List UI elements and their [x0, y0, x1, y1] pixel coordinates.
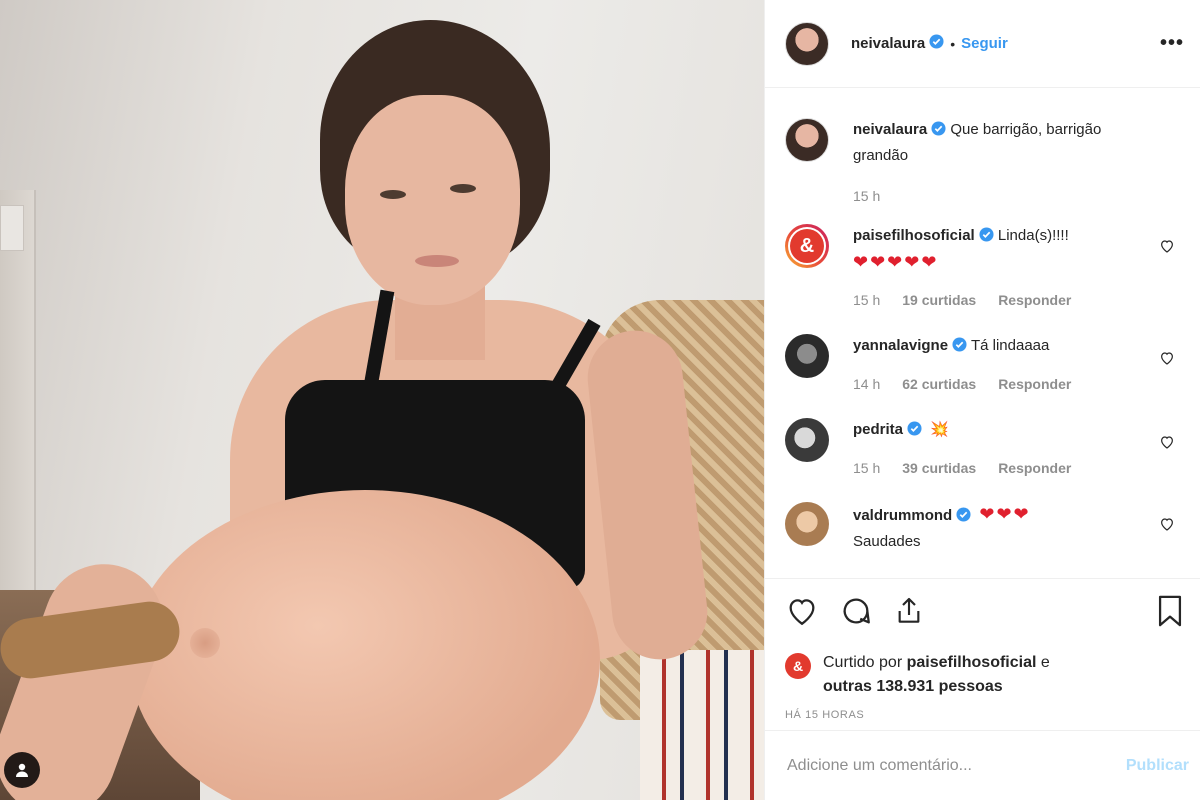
comment-input[interactable] — [787, 756, 1126, 775]
comment-text: Tá lindaaaa — [970, 337, 1050, 354]
liker-username[interactable]: paisefilhosoficial — [907, 654, 1037, 671]
photo-lips — [415, 255, 459, 267]
reply-button[interactable]: Responder — [998, 288, 1071, 312]
heart-icon[interactable] — [1159, 516, 1175, 537]
photo-eye — [380, 190, 406, 199]
heart-icon[interactable] — [785, 594, 819, 633]
likes-others[interactable]: outras 138.931 pessoas — [823, 678, 1003, 695]
comment-emoji: 💥 — [930, 421, 949, 438]
comment-row: valdrummond ❤❤❤ Saudades — [785, 502, 1185, 554]
reply-button[interactable]: Responder — [998, 456, 1071, 480]
comment-username[interactable]: yannalavigne — [853, 337, 948, 354]
heart-icon[interactable] — [1159, 238, 1175, 259]
caption-avatar[interactable] — [785, 118, 829, 162]
comment-row: & paisefilhosoficial Linda(s)!!!! ❤❤❤❤❤ … — [785, 224, 1185, 312]
publish-button[interactable]: Publicar — [1126, 757, 1189, 775]
photo-cushion — [640, 650, 764, 800]
reply-button[interactable]: Responder — [998, 372, 1071, 396]
photo-face — [345, 95, 520, 305]
comment-icon[interactable] — [839, 594, 873, 633]
verified-icon — [952, 336, 967, 360]
caption-username[interactable]: neivalaura — [853, 121, 927, 138]
comment-row: pedrita 💥 15 h 39 curtidas Responder — [785, 418, 1185, 480]
comment-avatar[interactable] — [785, 334, 829, 378]
post-photo[interactable] — [0, 0, 764, 800]
comment-emoji: ❤❤❤❤❤ — [853, 252, 939, 272]
verified-icon — [929, 33, 944, 54]
comment-avatar[interactable] — [785, 502, 829, 546]
comment-text: Linda(s)!!!! — [997, 227, 1069, 244]
comment-avatar[interactable]: & — [785, 224, 829, 268]
heart-icon[interactable] — [1159, 350, 1175, 371]
likes-connector: e — [1040, 654, 1050, 671]
comment-likes[interactable]: 19 curtidas — [902, 288, 976, 312]
follow-button[interactable]: Seguir — [961, 35, 1008, 52]
comment-likes[interactable]: 62 curtidas — [902, 372, 976, 396]
heart-icon[interactable] — [1159, 434, 1175, 455]
post-sidebar: neivalaura • Seguir ••• neivalaura Que b… — [764, 0, 1200, 800]
likes-summary: & Curtido por paisefilhosoficial e outra… — [785, 651, 1185, 699]
comment-row: yannalavigne Tá lindaaaa 14 h 62 curtida… — [785, 334, 1185, 396]
comment-text: Saudades — [853, 533, 921, 550]
header-separator: • — [950, 35, 956, 52]
caption: neivalaura Que barrigão, barrigão grandã… — [785, 118, 1185, 208]
liker-avatar[interactable]: & — [785, 653, 811, 679]
photo-navel — [190, 628, 220, 658]
likes-prefix: Curtido por — [823, 654, 903, 671]
avatar-logo: & — [790, 229, 824, 263]
photo-light-switch — [0, 205, 24, 251]
author-avatar[interactable] — [785, 21, 829, 66]
comment-emoji: ❤❤❤ — [979, 504, 1031, 524]
comment-time[interactable]: 15 h — [853, 288, 880, 312]
user-tag-icon[interactable] — [4, 752, 40, 788]
verified-icon — [956, 506, 971, 530]
photo-eye — [450, 184, 476, 193]
share-icon[interactable] — [893, 595, 925, 632]
add-comment-bar: Publicar — [765, 730, 1200, 800]
comment-username[interactable]: pedrita — [853, 421, 903, 438]
post-timestamp[interactable]: HÁ 15 HORAS — [785, 709, 1185, 721]
comment-username[interactable]: paisefilhosoficial — [853, 227, 975, 244]
comment-time[interactable]: 14 h — [853, 372, 880, 396]
comment-likes[interactable]: 39 curtidas — [902, 456, 976, 480]
comment-username[interactable]: valdrummond — [853, 507, 952, 524]
author-username[interactable]: neivalaura — [851, 35, 925, 52]
bookmark-icon[interactable] — [1155, 594, 1185, 633]
post-actions: & Curtido por paisefilhosoficial e outra… — [765, 578, 1200, 721]
caption-time[interactable]: 15 h — [853, 184, 880, 208]
post-header: neivalaura • Seguir ••• — [765, 0, 1200, 88]
photo-door-frame — [0, 190, 36, 610]
more-icon[interactable]: ••• — [1160, 32, 1184, 55]
comment-avatar[interactable] — [785, 418, 829, 462]
verified-icon — [931, 120, 946, 144]
comment-time[interactable]: 15 h — [853, 456, 880, 480]
verified-icon — [907, 420, 922, 444]
comments-list[interactable]: neivalaura Que barrigão, barrigão grandã… — [765, 88, 1200, 578]
verified-icon — [979, 226, 994, 250]
